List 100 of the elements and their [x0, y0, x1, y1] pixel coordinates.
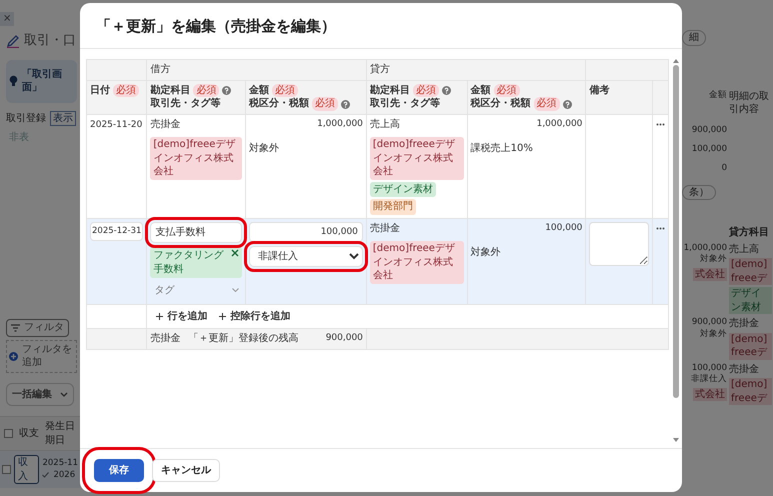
chevron-down-icon	[60, 392, 68, 397]
bulk-edit-button[interactable]: 一括編集	[6, 382, 74, 406]
amount-text: 1,000,000	[684, 242, 727, 254]
more-icon[interactable]	[656, 122, 665, 126]
balance-label: 「＋更新」登録後の残高	[188, 332, 298, 346]
date-text: 2025-11	[42, 458, 78, 470]
column-header: 発生日	[45, 420, 75, 434]
tag: デザイン素材	[370, 182, 436, 198]
tag-field[interactable]: タグ	[150, 281, 242, 301]
required-badge: 必須	[272, 84, 298, 98]
tag: 開発部門	[370, 199, 416, 215]
scrollbar-thumb[interactable]	[673, 65, 679, 398]
amount-text: 100,000	[690, 144, 727, 156]
tip-text: 「取引画面」	[22, 68, 63, 95]
save-button[interactable]: 保存	[94, 459, 144, 482]
close-icon[interactable]	[231, 249, 240, 258]
add-row-button[interactable]: 行を追加	[150, 308, 214, 326]
due-date-text: 2026	[53, 470, 76, 481]
column-group-label: 貸方	[370, 64, 390, 76]
account-text: 売掛金	[150, 332, 180, 346]
column-label: 金額	[249, 84, 270, 98]
column-header: 貸方科目	[729, 226, 770, 240]
tag: 式会社	[693, 388, 727, 402]
column-label: 金額	[470, 84, 491, 98]
column-label: 税区分・税額	[470, 97, 531, 111]
column-label: 備考	[589, 84, 610, 98]
help-icon	[562, 100, 572, 108]
scrollbar[interactable]	[672, 59, 680, 442]
amount-text: 1,000,000	[536, 118, 582, 130]
required-badge: 必須	[312, 97, 338, 111]
toggle-option[interactable]: 表示	[50, 110, 76, 126]
checkbox[interactable]	[2, 465, 11, 474]
tag: [demo]freeeデ	[729, 332, 772, 360]
tag: デザイン素材	[729, 287, 772, 314]
tag: [demo]freeeデザインオフィス株式会社	[150, 137, 242, 180]
account-text: 売掛金	[370, 222, 401, 236]
account-text: 売掛金	[150, 118, 182, 132]
column-label: 日付	[90, 84, 110, 98]
check-icon	[42, 472, 50, 478]
required-badge: 必須	[113, 84, 139, 98]
tag: [demo]freeeデザインオフィス株式会社	[370, 137, 464, 180]
registration-label: 取引登録	[6, 112, 46, 126]
add-filter-link[interactable]: フィルタを追加	[6, 340, 77, 372]
add-deduction-row-button[interactable]: 控除行を追加	[213, 308, 296, 326]
required-badge: 必須	[412, 84, 439, 98]
required-badge: 必須	[534, 97, 560, 111]
plus-circle-icon	[9, 352, 18, 360]
pen-icon	[6, 34, 20, 48]
tag: [demo]freeeデ	[729, 258, 772, 286]
tax-category-text: 対象外	[249, 142, 280, 156]
tax-text: 対象外	[700, 328, 727, 340]
column-label: 勘定科目	[370, 84, 410, 98]
amount-text: 900,000	[692, 317, 727, 328]
required-badge: 必須	[494, 84, 520, 98]
help-icon	[222, 86, 232, 95]
account-text: 売上高	[729, 242, 759, 256]
close-button[interactable]: ×	[0, 12, 14, 26]
tax-category-text: 対象外	[470, 246, 502, 260]
lightbulb-icon	[9, 75, 18, 88]
tag: 式会社	[693, 268, 727, 282]
column-header: 金額	[708, 90, 727, 101]
checkbox[interactable]	[4, 429, 13, 438]
amount-text: 900,000	[690, 124, 727, 136]
page-title: 取引・口	[24, 32, 76, 50]
account-text: 売掛金	[729, 362, 759, 376]
balance-amount: 900,000	[326, 332, 363, 346]
memo-field[interactable]	[589, 222, 649, 266]
account-text: 売上高	[370, 118, 401, 132]
chevron-down-icon	[232, 288, 240, 292]
date-field[interactable]: 2025-12-31	[90, 222, 144, 242]
filter-icon	[11, 324, 20, 332]
tax-text: 対象外	[700, 254, 727, 266]
tag: [demo]freeeデザインオフィス株式会社	[370, 241, 464, 284]
tax-category-text: 課税売上10%	[470, 142, 534, 156]
tax-text: 非課仕入	[691, 374, 727, 386]
help-icon	[442, 86, 451, 95]
amount-text: 100,000	[544, 222, 582, 234]
type-badge: 収入	[14, 455, 40, 484]
amount-text: 1,000,000	[316, 118, 363, 130]
column-label: 税区分・税額	[249, 97, 310, 111]
amount-field[interactable]: 100,000	[249, 222, 363, 242]
cancel-button[interactable]: キャンセル	[152, 459, 220, 482]
plus-icon	[156, 313, 164, 320]
tag-chip[interactable]: ファクタリング手数料	[150, 247, 242, 278]
date-text: 2025-11-20	[90, 120, 142, 130]
column-label: 取引先・タグ等	[150, 97, 220, 111]
column-group-label: 借方	[150, 64, 170, 76]
account-text: 売掛金	[729, 317, 759, 331]
filter-button[interactable]: フィルタ	[6, 319, 69, 336]
column-label: 取引先・タグ等	[370, 97, 440, 111]
amount-text: 0	[720, 163, 727, 175]
scroll-down-icon[interactable]	[673, 438, 679, 442]
amount-text: 100,000	[692, 362, 727, 374]
column-header: 収支	[19, 426, 39, 440]
more-icon[interactable]	[656, 226, 665, 230]
column-header: 期日	[45, 434, 66, 447]
column-header: 明細の取引内容	[729, 90, 770, 116]
list-row[interactable]: 収入 2025-11 2026	[0, 450, 80, 488]
dialog-title: 「＋更新」を編集（売掛金を編集）	[96, 16, 337, 36]
plus-icon	[219, 313, 226, 320]
